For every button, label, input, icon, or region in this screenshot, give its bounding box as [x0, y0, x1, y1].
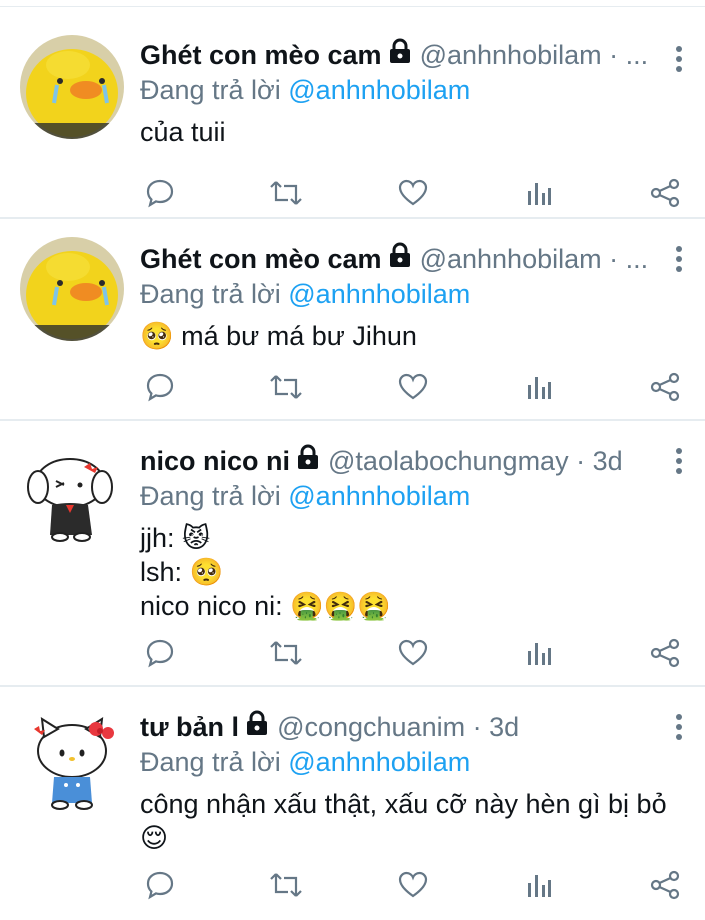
- tweet-content: tư bản l @congchuanim · 3d Đang trả lời …: [140, 709, 675, 855]
- tweet-text-line: công nhận xấu thật, xấu cỡ này hèn gì bị…: [140, 789, 667, 819]
- vertical-dots-icon[interactable]: [671, 447, 687, 479]
- share-icon[interactable]: [645, 173, 685, 213]
- tweet-actions: [140, 633, 685, 673]
- reply-mention-link[interactable]: @anhnhobilam: [288, 279, 470, 309]
- reply-mention-link[interactable]: @anhnhobilam: [288, 747, 470, 777]
- tweet-text: jjh: 😾 lsh: 🥺 nico nico ni: 🤮🤮🤮: [140, 521, 675, 623]
- tweet-content: Ghét con mèo cam @anhnhobilam · ... Đang…: [140, 241, 675, 353]
- vertical-dots-icon[interactable]: [671, 713, 687, 745]
- hello-kitty-angry-avatar: [20, 709, 124, 813]
- avatar[interactable]: [20, 237, 124, 341]
- tweet-text-line: jjh: 😾: [140, 523, 211, 553]
- speech-bubble-icon[interactable]: [140, 367, 180, 407]
- tweet-text-line: lsh: 🥺: [140, 557, 224, 587]
- tweet-actions: [140, 865, 685, 905]
- reply-mention-link[interactable]: @anhnhobilam: [288, 481, 470, 511]
- bar-chart-icon[interactable]: [519, 633, 559, 673]
- handle[interactable]: @anhnhobilam · ...: [420, 241, 649, 277]
- reply-context: Đang trả lời @anhnhobilam: [140, 277, 675, 311]
- tweet[interactable]: Ghét con mèo cam @anhnhobilam · ... Đang…: [0, 219, 705, 421]
- bar-chart-icon[interactable]: [519, 367, 559, 407]
- tweet-text-line: của tuii: [140, 117, 226, 147]
- tweet[interactable]: nico nico ni @taolabochungmay · 3d Đang …: [0, 421, 705, 687]
- retweet-icon[interactable]: [266, 633, 306, 673]
- bar-chart-icon[interactable]: [519, 173, 559, 213]
- tweet-text: 🥺 má bư má bư Jihun: [140, 319, 675, 353]
- reply-context: Đang trả lời @anhnhobilam: [140, 479, 675, 513]
- display-name[interactable]: Ghét con mèo cam: [140, 37, 382, 73]
- tweet-content: nico nico ni @taolabochungmay · 3d Đang …: [140, 443, 675, 623]
- share-icon[interactable]: [645, 865, 685, 905]
- tweet-header: tư bản l @congchuanim · 3d: [140, 709, 675, 745]
- reply-prefix: Đang trả lời: [140, 75, 289, 105]
- share-icon[interactable]: [645, 633, 685, 673]
- speech-bubble-icon[interactable]: [140, 173, 180, 213]
- avatar[interactable]: [20, 35, 124, 139]
- bar-chart-icon[interactable]: [519, 865, 559, 905]
- heart-icon[interactable]: [393, 865, 433, 905]
- lock-icon: [388, 241, 412, 277]
- tweet[interactable]: Ghét con mèo cam @anhnhobilam · ... Đang…: [0, 7, 705, 219]
- retweet-icon[interactable]: [266, 173, 306, 213]
- heart-icon[interactable]: [393, 367, 433, 407]
- heart-icon[interactable]: [393, 633, 433, 673]
- display-name[interactable]: Ghét con mèo cam: [140, 241, 382, 277]
- lock-icon: [245, 709, 269, 745]
- avatar[interactable]: [20, 709, 124, 813]
- tweet-header: Ghét con mèo cam @anhnhobilam · ...: [140, 241, 675, 277]
- top-divider: [0, 0, 705, 7]
- tweet-content: Ghét con mèo cam @anhnhobilam · ... Đang…: [140, 37, 675, 149]
- heart-icon[interactable]: [393, 173, 433, 213]
- vertical-dots-icon[interactable]: [671, 45, 687, 77]
- handle[interactable]: @taolabochungmay · 3d: [328, 443, 623, 479]
- speech-bubble-icon[interactable]: [140, 633, 180, 673]
- tweet[interactable]: tư bản l @congchuanim · 3d Đang trả lời …: [0, 687, 705, 919]
- reply-prefix: Đang trả lời: [140, 279, 289, 309]
- white-dog-angry-avatar: [20, 443, 124, 547]
- reply-prefix: Đang trả lời: [140, 747, 289, 777]
- tweet-actions: [140, 173, 685, 213]
- vertical-dots-icon[interactable]: [671, 245, 687, 277]
- yellow-duckling-crying-avatar: [20, 237, 124, 341]
- avatar[interactable]: [20, 443, 124, 547]
- display-name[interactable]: nico nico ni: [140, 443, 290, 479]
- yellow-duckling-crying-avatar: [20, 35, 124, 139]
- tweet-header: nico nico ni @taolabochungmay · 3d: [140, 443, 675, 479]
- tweet-actions: [140, 367, 685, 407]
- tweet-text-line: nico nico ni: 🤮🤮🤮: [140, 591, 391, 621]
- reply-context: Đang trả lời @anhnhobilam: [140, 73, 675, 107]
- lock-icon: [388, 37, 412, 73]
- reply-mention-link[interactable]: @anhnhobilam: [288, 75, 470, 105]
- display-name[interactable]: tư bản l: [140, 709, 239, 745]
- lock-icon: [296, 443, 320, 479]
- handle[interactable]: @anhnhobilam · ...: [420, 37, 649, 73]
- tweet-text: của tuii: [140, 115, 675, 149]
- tweet-text-line: 😌: [140, 823, 169, 853]
- handle[interactable]: @congchuanim · 3d: [277, 709, 519, 745]
- reply-prefix: Đang trả lời: [140, 481, 289, 511]
- tweet-text-line: 🥺 má bư má bư Jihun: [140, 321, 417, 351]
- retweet-icon[interactable]: [266, 865, 306, 905]
- reply-context: Đang trả lời @anhnhobilam: [140, 745, 675, 779]
- tweet-header: Ghét con mèo cam @anhnhobilam · ...: [140, 37, 675, 73]
- tweet-text: công nhận xấu thật, xấu cỡ này hèn gì bị…: [140, 787, 675, 855]
- speech-bubble-icon[interactable]: [140, 865, 180, 905]
- retweet-icon[interactable]: [266, 367, 306, 407]
- share-icon[interactable]: [645, 367, 685, 407]
